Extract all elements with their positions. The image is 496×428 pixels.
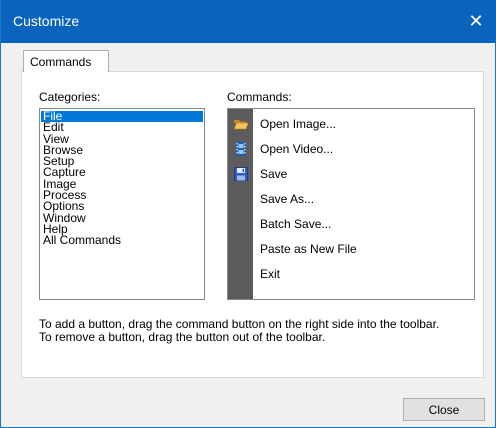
- customize-dialog: Customize ✕ Commands Categories: Command…: [0, 0, 496, 428]
- command-label: Exit: [260, 267, 281, 281]
- tab-commands[interactable]: Commands: [23, 50, 109, 72]
- command-item-open-image[interactable]: Open Image...: [228, 113, 474, 135]
- command-label: Save: [260, 167, 288, 181]
- close-icon[interactable]: ✕: [455, 0, 496, 43]
- command-label: Save As...: [260, 192, 315, 206]
- command-item-paste-as-new-file[interactable]: Paste as New File: [228, 238, 474, 260]
- command-label: Batch Save...: [260, 217, 332, 231]
- folder-open-icon: [233, 120, 249, 130]
- title-bar[interactable]: Customize ✕: [1, 0, 496, 43]
- command-item-exit[interactable]: Exit: [228, 263, 474, 285]
- command-label: Open Video...: [260, 142, 334, 156]
- category-item-file[interactable]: File: [41, 110, 203, 123]
- help-text-remove: To remove a button, drag the button out …: [39, 330, 326, 344]
- command-label: Paste as New File: [260, 242, 357, 256]
- commands-label: Commands:: [227, 90, 292, 104]
- command-label: Open Image...: [260, 117, 337, 131]
- floppy-disk-icon: [234, 167, 248, 181]
- command-item-save-as[interactable]: Save As...: [228, 188, 474, 210]
- command-item-batch-save[interactable]: Batch Save...: [228, 213, 474, 235]
- close-button[interactable]: Close: [403, 398, 485, 421]
- commands-list[interactable]: Open Image... Open Video... Save Save As…: [227, 108, 475, 300]
- window-title: Customize: [13, 13, 80, 29]
- help-text: To add a button, drag the command button…: [39, 318, 439, 344]
- category-item-all-commands[interactable]: All Commands: [41, 234, 203, 246]
- categories-label: Categories:: [39, 90, 101, 104]
- tab-commands-label: Commands: [30, 55, 92, 69]
- film-icon: [236, 142, 246, 156]
- command-item-open-video[interactable]: Open Video...: [228, 138, 474, 160]
- categories-list[interactable]: File Edit View Browse Setup Capture Imag…: [39, 108, 205, 300]
- command-item-save[interactable]: Save: [228, 163, 474, 185]
